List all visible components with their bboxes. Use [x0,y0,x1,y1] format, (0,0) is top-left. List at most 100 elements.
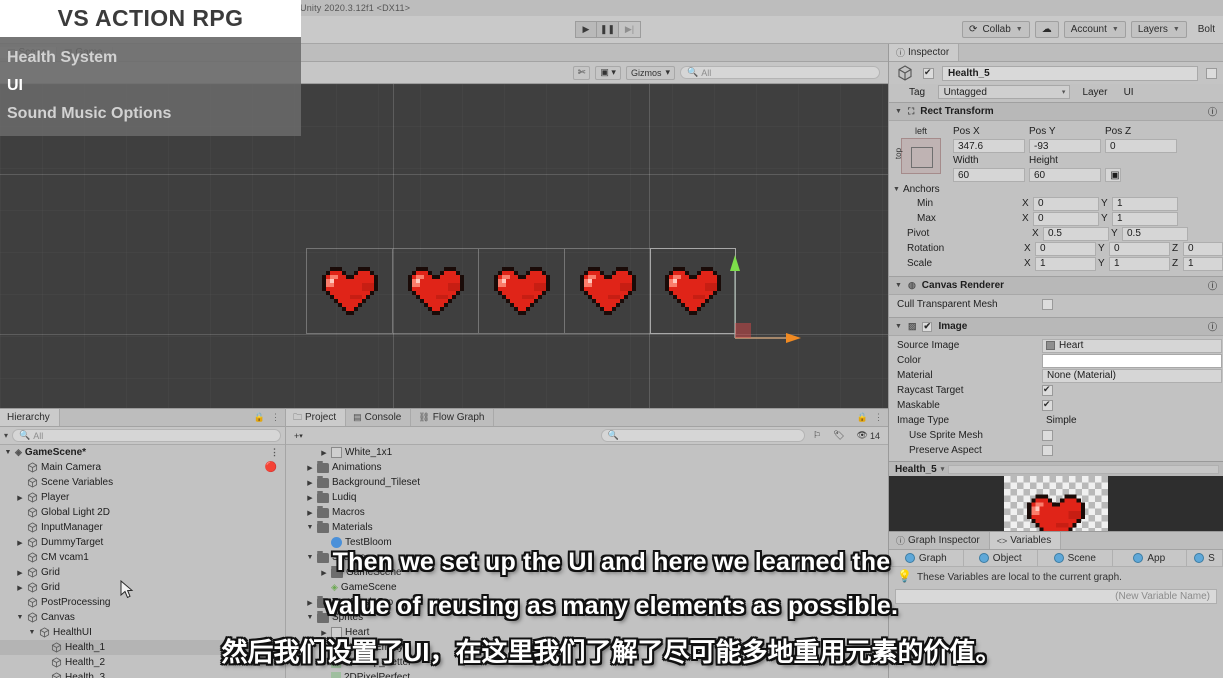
tab-flow-graph[interactable]: ⛓ Flow Graph [411,409,495,426]
hierarchy-item-postprocessing[interactable]: PostProcessing [0,595,285,610]
gameobject-name-field[interactable]: Health_5 [942,65,1198,81]
foldout-arrow-icon[interactable]: ▼ [16,614,24,621]
project-item-sprites[interactable]: ▼ Sprites [286,610,888,625]
filter-by-label-icon[interactable]: 🏷 [829,429,848,443]
account-button[interactable]: Account ▼ [1063,21,1126,38]
bolt-menu[interactable]: Bolt [1192,21,1221,38]
component-header-canvas-renderer[interactable]: ▼ ◍ Canvas Renderer ⓘ [889,276,1223,295]
hierarchy-scene-row[interactable]: ▼ ◈ GameScene* ⋮ [0,445,285,460]
project-item-animations[interactable]: ▶ Animations [286,460,888,475]
cloud-button[interactable]: ☁ [1034,21,1059,38]
pos-x-field[interactable]: 347.6 [953,139,1025,153]
scope-tab-object[interactable]: Object [964,550,1038,566]
material-field[interactable]: None (Material) [1042,368,1222,383]
help-icon[interactable]: ⓘ [1208,105,1217,118]
blueprint-toggle[interactable]: ▣ [1105,168,1125,182]
foldout-arrow-icon[interactable]: ▶ [306,599,314,607]
collab-button[interactable]: ⟳ Collab ▼ [962,21,1030,38]
gameobject-enabled-checkbox[interactable] [923,67,934,79]
new-variable-input[interactable]: (New Variable Name) [895,589,1217,604]
width-field[interactable]: 60 [953,168,1025,182]
project-item-materials[interactable]: ▼ Materials [286,520,888,535]
hierarchy-item-health-2[interactable]: Health_2 [0,655,285,670]
project-item-gamescene[interactable]: ▶ GameScene [286,565,888,580]
hierarchy-item-player[interactable]: ▶ Player [0,490,285,505]
scope-tab-scene[interactable]: Scene [1038,550,1113,566]
foldout-arrow-icon[interactable]: ▶ [16,539,24,547]
hierarchy-item-main-camera[interactable]: Main Camera 🔴 [0,460,285,475]
heart-item-1[interactable] [306,248,392,334]
filter-by-type-icon[interactable]: ⚐ [809,429,825,443]
scene-search-input[interactable]: 🔍 All [680,66,880,79]
project-item-textmesh-pro[interactable]: ▶ TextMesh Pro [286,595,888,610]
project-item-ludiq[interactable]: ▶ Ludiq [286,490,888,505]
rotation-z-field[interactable]: 0 [1183,241,1223,256]
project-item-heart[interactable]: ▶ Heart [286,625,888,640]
hierarchy-item-inputmanager[interactable]: InputManager [0,520,285,535]
maskable-checkbox[interactable] [1042,399,1053,411]
project-item-testbloom[interactable]: TestBloom [286,535,888,550]
foldout-arrow-icon[interactable]: ▶ [16,584,24,592]
foldout-arrow-icon[interactable]: ▶ [320,569,328,577]
step-button[interactable]: ▶| [619,21,641,38]
more-options-icon[interactable]: ⋮ [874,412,883,423]
lock-icon[interactable]: 🔒 [254,412,265,423]
foldout-arrow-icon[interactable]: ▶ [320,629,328,637]
preserve-aspect-checkbox[interactable] [1042,445,1053,456]
layers-button[interactable]: Layers ▼ [1130,21,1187,38]
project-item-macros[interactable]: ▶ Macros [286,505,888,520]
anchor-min-y-field[interactable]: 1 [1112,196,1178,211]
hierarchy-item-canvas[interactable]: ▼ Canvas [0,610,285,625]
anchor-max-x-field[interactable]: 0 [1033,211,1099,226]
scale-z-field[interactable]: 1 [1183,256,1223,271]
hierarchy-item-health-1[interactable]: Health_1 [0,640,285,655]
foldout-arrow-icon[interactable]: ▶ [320,449,328,457]
tag-dropdown[interactable]: Untagged ▾ [937,85,1071,99]
rotation-y-field[interactable]: 0 [1109,241,1170,256]
foldout-arrow-icon[interactable]: ▼ [895,323,902,330]
height-field[interactable]: 60 [1029,168,1101,182]
heart-item-4[interactable] [564,248,650,334]
hierarchy-item-global-light-2d[interactable]: Global Light 2D [0,505,285,520]
scale-x-field[interactable]: 1 [1035,256,1096,271]
foldout-arrow-icon[interactable]: ▼ [306,614,314,621]
layer-dropdown[interactable]: UI [1119,85,1223,99]
scale-y-field[interactable]: 1 [1109,256,1170,271]
project-tree[interactable]: ▶ White_1x1 ▶ Animations ▶ Background_Tileset… [286,445,888,678]
asset-preview-header[interactable]: Health_5 ▾ [889,461,1223,476]
pos-z-field[interactable]: 0 [1105,139,1177,153]
pause-button[interactable]: ❚❚ [597,21,619,38]
foldout-arrow-icon[interactable]: ▶ [320,644,328,652]
hierarchy-item-scene-variables[interactable]: Scene Variables [0,475,285,490]
more-options-icon[interactable]: ⋮ [270,447,285,458]
foldout-arrow-icon[interactable]: ▶ [16,569,24,577]
foldout-arrow-icon[interactable]: ▶ [16,494,24,502]
heart-item-5-selected[interactable] [650,248,801,343]
project-item-gamescene[interactable]: ◈ GameScene [286,580,888,595]
chevron-down-icon[interactable]: ▾ [941,465,945,473]
gizmos-button[interactable]: Gizmos ▾ [625,65,675,80]
tab-hierarchy[interactable]: Hierarchy [0,409,60,426]
foldout-arrow-icon[interactable]: ▼ [895,282,902,289]
tab-project[interactable]: 🗀 Project [286,409,347,426]
tab-graph-inspector[interactable]: ⓘ Graph Inspector [889,532,990,549]
foldout-arrow-icon[interactable]: ▶ [306,509,314,517]
source-image-field[interactable]: Heart [1042,338,1222,353]
foldout-arrow-icon[interactable]: ▼ [893,186,900,193]
hierarchy-item-health-3[interactable]: Health_3 [0,670,285,678]
foldout-arrow-icon[interactable]: ▶ [306,479,314,487]
tab-console[interactable]: ▤ Console [346,409,412,426]
component-header-rect-transform[interactable]: ▼ ⛶ Rect Transform ⓘ [889,102,1223,121]
image-type-value[interactable]: Simple [1042,414,1222,428]
scene-camera-icon[interactable]: ▣ ▾ [595,65,621,80]
hierarchy-item-cm-vcam1[interactable]: CM vcam1 [0,550,285,565]
hierarchy-search-input[interactable]: 🔍 All [12,429,281,442]
lock-icon[interactable]: 🔒 [857,412,868,423]
hierarchy-item-grid[interactable]: ▶ Grid [0,565,285,580]
project-item-heart-empty[interactable]: ▶ Heart_Empty [286,640,888,655]
image-enabled-checkbox[interactable] [922,321,933,332]
use-sprite-mesh-checkbox[interactable] [1042,430,1053,441]
static-checkbox[interactable] [1206,67,1217,79]
scope-tab-app[interactable]: App [1113,550,1187,566]
pos-y-field[interactable]: -93 [1029,139,1101,153]
